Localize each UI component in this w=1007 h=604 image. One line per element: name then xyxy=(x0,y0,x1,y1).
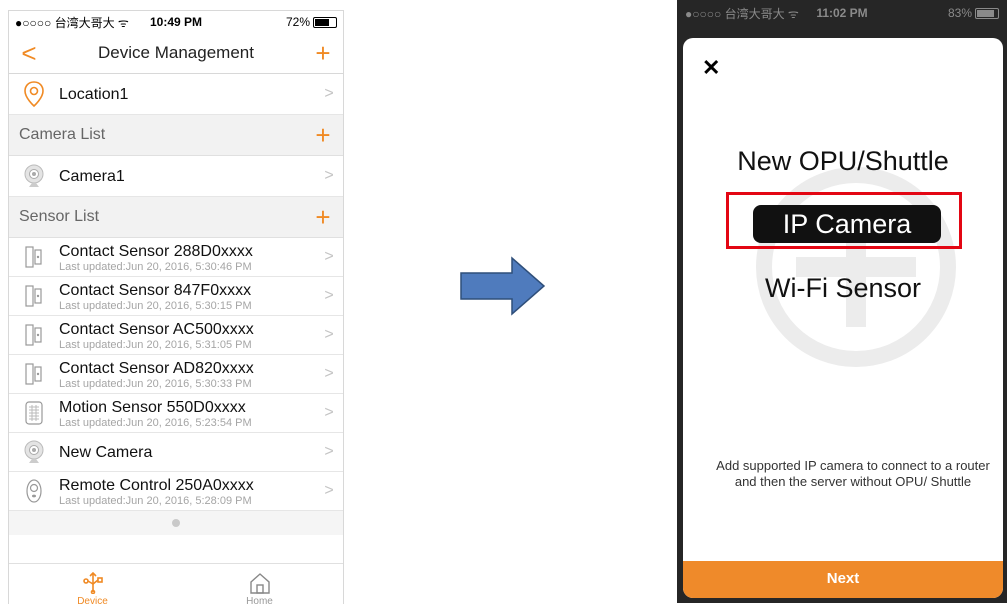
new-opu-shuttle-option[interactable]: New OPU/Shuttle xyxy=(683,146,1003,177)
sensor-list-header: Sensor List + xyxy=(9,197,343,238)
status-time: 11:02 PM xyxy=(677,6,1007,20)
status-bar: ●○○○○ 台湾大哥大 ᯤ 10:49 PM 72% xyxy=(9,11,343,33)
contact-sensor-icon xyxy=(9,244,59,270)
sensor-list: Contact Sensor 288D0xxxxLast updated:Jun… xyxy=(9,238,343,511)
sensor-list-label: Sensor List xyxy=(9,208,303,226)
nav-bar: < Device Management + xyxy=(9,33,343,74)
camera-icon xyxy=(9,163,59,189)
transition-arrow-icon xyxy=(460,256,546,316)
wifi-sensor-option[interactable]: Wi-Fi Sensor xyxy=(683,273,1003,304)
carrier-label: ●○○○○ 台湾大哥大 ᯤ xyxy=(15,14,129,31)
location-row[interactable]: Location1 > xyxy=(9,74,343,115)
next-button[interactable]: Next xyxy=(683,561,1003,598)
chevron-right-icon: > xyxy=(315,365,343,383)
sensor-updated: Last updated:Jun 20, 2016, 5:30:46 PM xyxy=(59,261,315,273)
chevron-right-icon: > xyxy=(315,404,343,422)
sensor-updated: Last updated:Jun 20, 2016, 5:30:15 PM xyxy=(59,300,315,312)
battery-fill xyxy=(315,19,329,26)
sensor-updated: Last updated:Jun 20, 2016, 5:28:09 PM xyxy=(59,495,315,507)
chevron-right-icon: > xyxy=(315,443,343,461)
sensor-row[interactable]: Contact Sensor 847F0xxxxLast updated:Jun… xyxy=(9,277,343,316)
page-dot xyxy=(172,519,180,527)
sensor-updated: Last updated:Jun 20, 2016, 5:31:05 PM xyxy=(59,339,315,351)
chevron-right-icon: > xyxy=(315,167,343,185)
contact-sensor-icon xyxy=(9,283,59,309)
remote-control-icon xyxy=(9,478,59,504)
sensor-name: Contact Sensor AD820xxxx xyxy=(59,359,315,378)
sensor-row[interactable]: Contact Sensor AD820xxxxLast updated:Jun… xyxy=(9,355,343,394)
home-icon xyxy=(248,572,272,594)
sensor-row[interactable]: New Camera> xyxy=(9,433,343,472)
chevron-right-icon: > xyxy=(315,326,343,344)
description-text: Add supported IP camera to connect to a … xyxy=(713,458,993,490)
page-indicator xyxy=(9,511,343,535)
battery-fill xyxy=(977,10,994,17)
contact-sensor-icon xyxy=(9,322,59,348)
add-device-dialog: ✕ New OPU/Shuttle IP Camera Wi-Fi Sensor… xyxy=(683,38,1003,598)
device-management-screen: ●○○○○ 台湾大哥大 ᯤ 10:49 PM 72% < Device Mana… xyxy=(8,10,344,604)
device-tab-icon xyxy=(81,572,105,594)
highlight-box: IP Camera xyxy=(726,192,962,249)
back-button[interactable]: < xyxy=(9,33,49,73)
sensor-name: Remote Control 250A0xxxx xyxy=(59,476,315,495)
battery-percent: 72% xyxy=(286,15,310,29)
page-title: Device Management xyxy=(49,43,303,63)
camera-icon xyxy=(9,439,59,465)
sensor-name: Contact Sensor AC500xxxx xyxy=(59,320,315,339)
sensor-row[interactable]: Contact Sensor 288D0xxxxLast updated:Jun… xyxy=(9,238,343,277)
sensor-name: New Camera xyxy=(59,443,315,462)
sensor-row[interactable]: Contact Sensor AC500xxxxLast updated:Jun… xyxy=(9,316,343,355)
camera-list-header: Camera List + xyxy=(9,115,343,156)
sensor-updated: Last updated:Jun 20, 2016, 5:30:33 PM xyxy=(59,378,315,390)
sensor-row[interactable]: Motion Sensor 550D0xxxxLast updated:Jun … xyxy=(9,394,343,433)
camera-list-label: Camera List xyxy=(9,126,303,144)
tab-home[interactable]: Home xyxy=(176,564,343,604)
tab-device[interactable]: Device xyxy=(9,564,176,604)
battery-icon xyxy=(975,8,999,19)
chevron-right-icon: > xyxy=(315,248,343,266)
sensor-name: Contact Sensor 288D0xxxx xyxy=(59,242,315,261)
chevron-right-icon: > xyxy=(315,85,343,103)
ip-camera-option[interactable]: IP Camera xyxy=(753,205,941,243)
chevron-right-icon: > xyxy=(315,482,343,500)
tab-bar: Device Home xyxy=(9,563,343,604)
add-sensor-button[interactable]: + xyxy=(303,202,343,233)
motion-sensor-icon xyxy=(9,400,59,426)
sensor-name: Contact Sensor 847F0xxxx xyxy=(59,281,315,300)
add-device-screen: ●○○○○ 台湾大哥大 ᯤ 11:02 PM 83% ✕ New OPU/Shu… xyxy=(677,0,1007,603)
contact-sensor-icon xyxy=(9,361,59,387)
camera-label: Camera1 xyxy=(59,168,125,185)
battery-icon xyxy=(313,17,337,28)
add-device-button[interactable]: + xyxy=(303,33,343,73)
chevron-right-icon: > xyxy=(315,287,343,305)
sensor-name: Motion Sensor 550D0xxxx xyxy=(59,398,315,417)
location-pin-icon xyxy=(9,80,59,108)
battery-indicator: 72% xyxy=(286,15,337,29)
sensor-updated: Last updated:Jun 20, 2016, 5:23:54 PM xyxy=(59,417,315,429)
camera-row[interactable]: Camera1 > xyxy=(9,156,343,197)
status-bar: ●○○○○ 台湾大哥大 ᯤ 11:02 PM 83% xyxy=(677,0,1007,26)
sensor-row[interactable]: Remote Control 250A0xxxxLast updated:Jun… xyxy=(9,472,343,511)
close-button[interactable]: ✕ xyxy=(702,55,720,81)
location-label: Location1 xyxy=(59,86,128,103)
add-camera-button[interactable]: + xyxy=(303,120,343,151)
